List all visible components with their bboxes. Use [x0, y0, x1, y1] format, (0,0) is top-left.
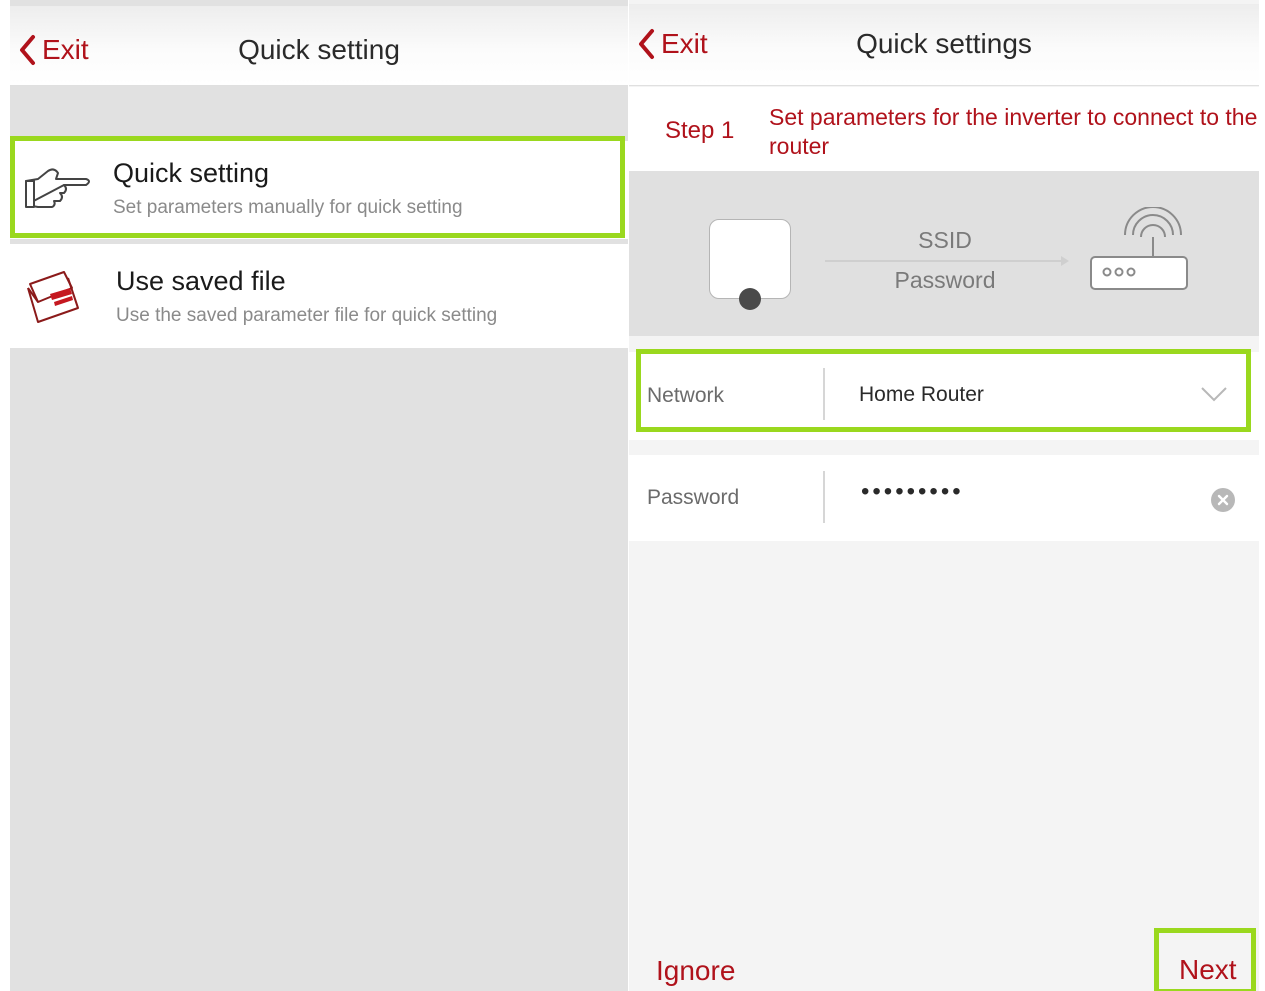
password-input[interactable]: •••••••••	[861, 478, 964, 506]
arrow-head-icon	[1061, 256, 1069, 266]
password-field[interactable]: Password •••••••••	[629, 455, 1259, 541]
device-indicator	[739, 288, 761, 310]
password-label: Password	[647, 486, 740, 509]
step-banner: Step 1 Set parameters for the inverter t…	[629, 87, 1259, 171]
option-title: Quick setting	[113, 158, 270, 188]
header-bar: Exit Quick settings	[629, 4, 1259, 86]
option-title: Use saved file	[116, 266, 286, 296]
step-description: Set parameters for the inverter to conne…	[769, 104, 1258, 159]
network-field[interactable]: Network Home Router	[629, 352, 1259, 440]
connection-diagram: SSID Password	[629, 171, 1259, 336]
saved-file-folder-icon	[27, 271, 79, 323]
network-label: Network	[647, 384, 725, 407]
wifi-router-icon	[1090, 207, 1188, 290]
option-use-saved-file[interactable]: Use saved file Use the saved parameter f…	[10, 244, 628, 348]
header-bar: Exit Quick setting	[10, 6, 628, 86]
ignore-button[interactable]: Ignore	[656, 955, 735, 987]
field-divider	[823, 471, 825, 523]
page-title: Quick setting	[238, 34, 400, 65]
arrow-line	[825, 260, 1065, 262]
chevron-down-icon[interactable]	[1200, 384, 1228, 404]
option-quick-setting[interactable]: Quick setting Set parameters manually fo…	[10, 141, 628, 239]
step-number: Step 1	[665, 117, 735, 144]
next-button[interactable]: Next	[1179, 954, 1237, 986]
quick-settings-step-screen: Exit Quick settings Step 1 Set parameter…	[629, 0, 1259, 991]
inverter-device-icon	[709, 219, 791, 310]
quick-setting-screen: Exit Quick setting Quick setting Set par…	[10, 0, 628, 991]
pointing-hand-icon	[25, 168, 90, 208]
option-subtitle: Use the saved parameter file for quick s…	[116, 305, 498, 326]
page-title: Quick settings	[856, 28, 1032, 59]
password-diagram-label: Password	[894, 267, 996, 293]
clear-icon[interactable]	[1211, 488, 1235, 512]
option-subtitle: Set parameters manually for quick settin…	[113, 197, 463, 218]
network-select-value[interactable]: Home Router	[859, 383, 984, 407]
ssid-label: SSID	[918, 227, 972, 253]
field-divider	[823, 368, 825, 420]
